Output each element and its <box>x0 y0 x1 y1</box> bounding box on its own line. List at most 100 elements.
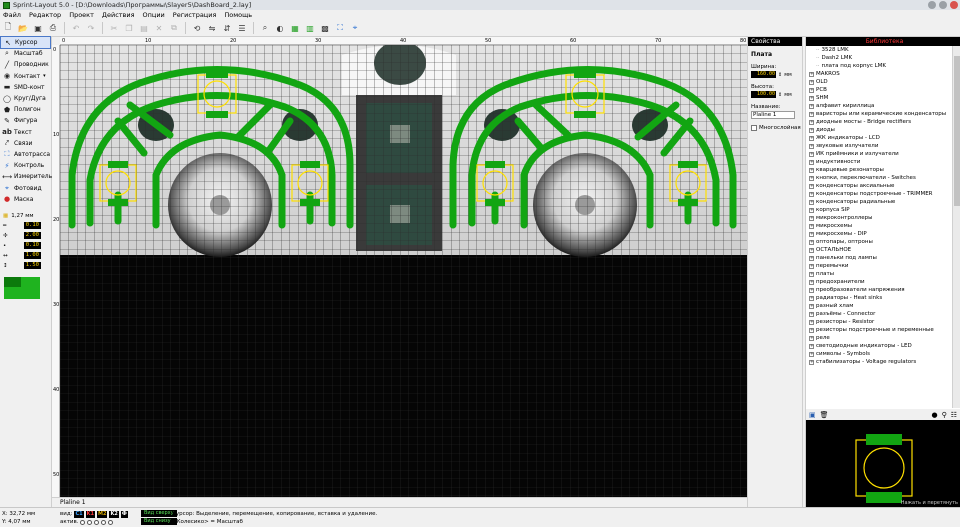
tool-text[interactable]: ab Текст <box>0 127 51 138</box>
filter-icon[interactable]: ⚲ <box>942 411 947 419</box>
pad-inner-field[interactable]: 0.10 <box>23 242 41 250</box>
minimize-button[interactable] <box>928 1 936 9</box>
mirror-h-icon[interactable]: ⇋ <box>206 22 218 34</box>
expand-icon[interactable]: + <box>809 231 814 237</box>
library-item[interactable]: + резисторы подстроечные и переменные <box>806 326 951 334</box>
library-item[interactable]: + PCB <box>806 86 951 94</box>
library-item[interactable]: + конденсаторы радиальные <box>806 198 951 206</box>
layer-m2[interactable]: M2 <box>97 510 108 518</box>
tool-circle-arc[interactable]: ◯ Круг/Дуга <box>0 93 51 104</box>
track-width-field[interactable]: 0.10 <box>23 222 41 230</box>
menu-options[interactable]: Опции <box>143 11 165 19</box>
library-item[interactable]: + предохранители <box>806 278 951 286</box>
tool-measure[interactable]: ⟷ Измеритель <box>0 171 52 182</box>
library-item[interactable]: + радиаторы - Heat sinks <box>806 294 951 302</box>
active-c1-radio[interactable] <box>80 519 86 525</box>
active-k2-radio[interactable] <box>101 519 107 525</box>
active-m2-radio[interactable] <box>94 519 100 525</box>
smd-height-setting[interactable]: ↕ 1.50 <box>0 261 51 271</box>
expand-icon[interactable]: + <box>809 119 814 125</box>
expand-icon[interactable]: + <box>809 135 814 141</box>
grid-setting[interactable]: ▦ 1,27 мм <box>0 211 51 221</box>
expand-icon[interactable]: + <box>809 327 814 333</box>
cut-icon[interactable]: ✂ <box>108 22 120 34</box>
library-item[interactable]: + разный хлам <box>806 302 951 310</box>
tool-autoroute[interactable]: ⛶ Автотрасса <box>0 149 51 160</box>
expand-icon[interactable]: + <box>809 335 814 341</box>
active-k1-radio[interactable] <box>87 519 93 525</box>
tool-track[interactable]: ╱ Проводник <box>0 59 51 70</box>
tab-board[interactable]: Plaline 1 <box>60 499 86 506</box>
layers-icon[interactable]: ▥ <box>304 22 316 34</box>
undo-icon[interactable]: ↶ <box>70 22 82 34</box>
library-item[interactable]: + варисторы или керамические конденсаторы <box>806 110 951 118</box>
tool-connection[interactable]: ⤤ Связи <box>0 138 51 149</box>
tool-zoom[interactable]: ⌕ Масштаб <box>0 48 51 59</box>
print-icon[interactable]: ⎙ <box>47 22 59 34</box>
expand-icon[interactable]: + <box>809 103 814 109</box>
expand-icon[interactable]: + <box>809 175 814 181</box>
library-item[interactable]: + платы <box>806 270 951 278</box>
smd-width-setting[interactable]: ↔ 1.00 <box>0 251 51 261</box>
library-item[interactable]: + индуктивности <box>806 158 951 166</box>
expand-icon[interactable]: + <box>809 183 814 189</box>
tool-shape[interactable]: ✎ Фигура <box>0 115 51 126</box>
pad-outer-field[interactable]: 2.00 <box>23 232 41 240</box>
expand-icon[interactable]: + <box>809 223 814 229</box>
library-item[interactable]: + SHM <box>806 94 951 102</box>
duplicate-icon[interactable]: ⧉ <box>168 22 180 34</box>
expand-icon[interactable]: + <box>809 191 814 197</box>
library-item[interactable]: + диоды <box>806 126 951 134</box>
library-item[interactable]: + кварцевые резонаторы <box>806 166 951 174</box>
pad-inner-setting[interactable]: • 0.10 <box>0 241 51 251</box>
scroll-thumb[interactable] <box>954 56 960 206</box>
photo-icon[interactable]: ⌖ <box>349 22 361 34</box>
expand-icon[interactable]: + <box>809 263 814 269</box>
settings-icon[interactable]: ☷ <box>951 411 957 419</box>
library-item[interactable]: + корпуса SIP <box>806 206 951 214</box>
expand-icon[interactable]: + <box>809 151 814 157</box>
library-item[interactable]: + конденсаторы подстроечные - TRIMMER <box>806 190 951 198</box>
checkbox-icon[interactable] <box>751 125 757 131</box>
redo-icon[interactable]: ↷ <box>85 22 97 34</box>
zoom-fit-icon[interactable]: ◐ <box>274 22 286 34</box>
library-item[interactable]: ·· Dash2 LMK <box>806 54 951 62</box>
pcb-drawing[interactable] <box>60 45 747 497</box>
mirror-v-icon[interactable]: ⇵ <box>221 22 233 34</box>
library-item[interactable]: + звуковые излучатели <box>806 142 951 150</box>
expand-icon[interactable]: + <box>809 127 814 133</box>
menu-project[interactable]: Проект <box>69 11 94 19</box>
library-item[interactable]: + ОСТАЛЬНОЕ <box>806 246 951 254</box>
pcb-board[interactable] <box>60 45 747 497</box>
open-folder-icon[interactable]: 📂 <box>17 22 29 34</box>
layer-c1[interactable]: C1 <box>74 510 84 518</box>
close-button[interactable] <box>950 1 958 9</box>
layer-k2[interactable]: K2 <box>109 510 119 518</box>
expand-icon[interactable]: + <box>809 111 814 117</box>
library-item[interactable]: + OLD <box>806 78 951 86</box>
expand-icon[interactable]: + <box>809 167 814 173</box>
library-preview[interactable]: Нажать и перетянуть <box>806 420 960 507</box>
copy-icon[interactable]: ❐ <box>123 22 135 34</box>
layer-color-swatch[interactable] <box>4 276 40 299</box>
spin-icon[interactable]: ⇕ <box>778 92 782 98</box>
tool-mask[interactable]: ● Маска <box>0 194 51 205</box>
library-item[interactable]: + преобразователи напряжения <box>806 286 951 294</box>
tool-pad[interactable]: ◉ Контакт ▾ <box>0 71 51 82</box>
tool-test[interactable]: ⚡ Контроль <box>0 160 51 171</box>
library-item[interactable]: + диодные мосты - Bridge rectifiers <box>806 118 951 126</box>
library-item[interactable]: + кнопки, переключатели - Switches <box>806 174 951 182</box>
library-item[interactable]: + светодиодные индикаторы - LED <box>806 342 951 350</box>
expand-icon[interactable]: + <box>809 95 814 101</box>
library-scrollbar[interactable] <box>952 46 960 408</box>
library-item[interactable]: + стабилизаторы - Voltage regulators <box>806 358 951 366</box>
expand-icon[interactable]: + <box>809 143 814 149</box>
menu-file[interactable]: Файл <box>3 11 21 19</box>
track-width-setting[interactable]: ━ 0.10 <box>0 221 51 231</box>
expand-icon[interactable]: + <box>809 311 814 317</box>
tool-photoview[interactable]: ⌖ Фотовид <box>0 182 51 193</box>
expand-icon[interactable]: + <box>809 87 814 93</box>
save-icon[interactable]: ▣ <box>809 411 816 419</box>
library-item[interactable]: ·· 3528 LMK <box>806 46 951 54</box>
library-item[interactable]: + разъёмы - Connector <box>806 310 951 318</box>
